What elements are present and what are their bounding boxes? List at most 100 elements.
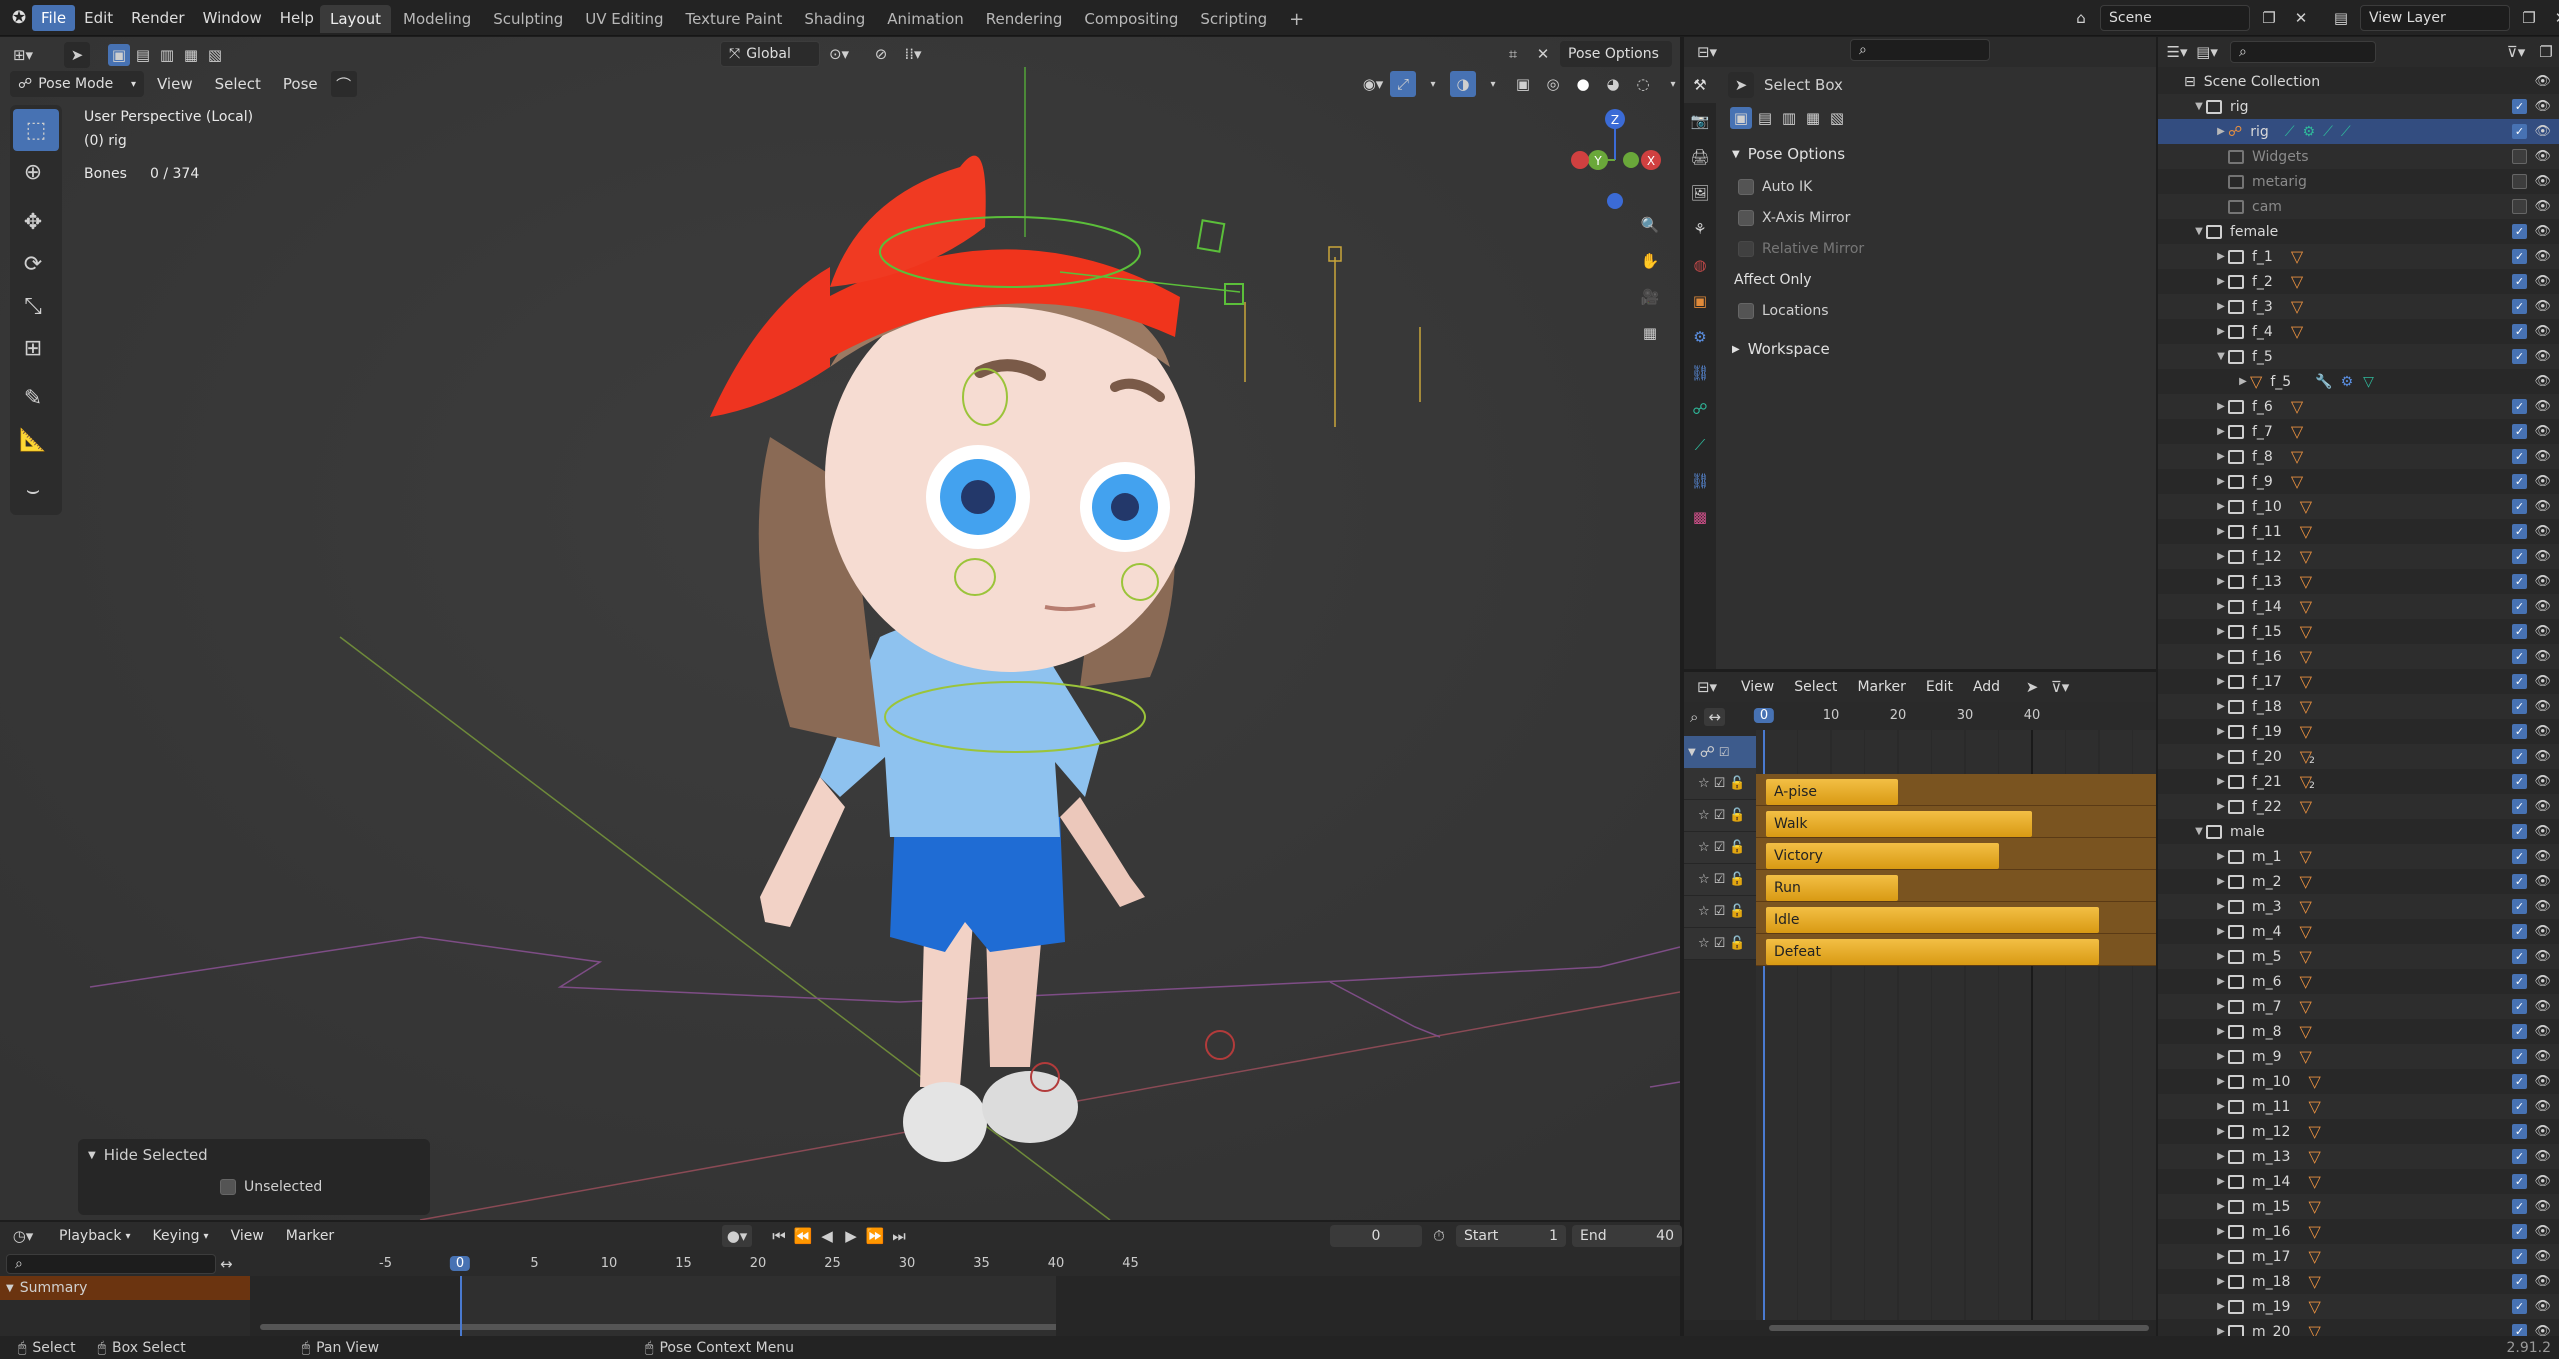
render-tab-icon[interactable]: 📷 (1684, 103, 1716, 139)
mesh-icon[interactable]: ▽ (2300, 1022, 2312, 1041)
visibility-eye-icon[interactable]: 👁 (2534, 974, 2551, 989)
exclude-checkbox[interactable]: ✓ (2512, 424, 2527, 439)
mesh-data-icon[interactable]: ▽ (2363, 374, 2374, 390)
mesh-icon[interactable]: ▽ (2291, 422, 2303, 441)
exclude-checkbox[interactable]: ✓ (2512, 299, 2527, 314)
scene-tab-icon[interactable]: ⚘ (1684, 211, 1716, 247)
mesh-icon[interactable]: ▽ (2300, 597, 2312, 616)
expand-right-icon[interactable]: ▶ (2214, 851, 2228, 862)
record-icon[interactable]: ●▾ (722, 1225, 752, 1247)
outliner-row[interactable]: ▶ f_16 ▽ ✓ 👁 (2158, 644, 2559, 669)
expand-right-icon[interactable]: ▶ (2214, 426, 2228, 437)
transform-orientation-select[interactable]: ⤧ Global (720, 41, 820, 67)
outliner-row[interactable]: ▶ f_10 ▽ ✓ 👁 (2158, 494, 2559, 519)
exclude-checkbox[interactable]: ✓ (2512, 274, 2527, 289)
mesh-icon[interactable]: ▽ (2300, 1047, 2312, 1066)
annotate-tool-icon[interactable]: ✎ (10, 377, 56, 419)
expand-right-icon[interactable]: ▶ (2214, 701, 2228, 712)
mesh-icon[interactable]: ▽ (2308, 1122, 2320, 1141)
mesh-icon[interactable]: ▽ (2300, 697, 2312, 716)
zoom-icon[interactable]: 🔍 (1637, 212, 1663, 238)
close-x-icon[interactable]: ✕ (1530, 41, 1556, 67)
mesh-icon[interactable]: ▽ (2291, 472, 2303, 491)
visibility-eye-icon[interactable]: 👁 (2534, 1274, 2551, 1289)
exclude-checkbox[interactable]: ✓ (2512, 1224, 2527, 1239)
visibility-eye-icon[interactable]: 👁 (2534, 274, 2551, 289)
visibility-eye-icon[interactable]: 👁 (2534, 749, 2551, 764)
solo-star-icon[interactable]: ☆ (1698, 840, 1710, 855)
select-tool-icon[interactable]: ➤ (64, 42, 90, 68)
shading-dropdown-icon[interactable]: ▾ (1660, 71, 1680, 97)
visibility-eye-icon[interactable]: 👁 (2534, 1074, 2551, 1089)
expand-right-icon[interactable]: ▶ (2214, 1326, 2228, 1336)
outliner-row[interactable]: ▶ f_12 ▽ ✓ 👁 (2158, 544, 2559, 569)
rendered-shading-icon[interactable]: ◌ (1630, 71, 1656, 97)
jump-start-icon[interactable]: ⏮ (768, 1223, 790, 1249)
summary-channel[interactable]: ▼ Summary (0, 1276, 250, 1300)
visibility-eye-icon[interactable]: 👁 (2534, 149, 2551, 164)
expand-right-icon[interactable]: ▶ (2214, 326, 2228, 337)
delete-view-layer-icon[interactable]: ✕ (2548, 5, 2559, 31)
lock-icon[interactable]: 🔓 (1729, 872, 1745, 887)
bone-constraints-tab-icon[interactable]: ⛓ (1684, 463, 1716, 499)
lock-icon[interactable]: 🔓 (1729, 840, 1745, 855)
expand-right-icon[interactable]: ▶ (2214, 1276, 2228, 1287)
visibility-eye-icon[interactable]: 👁 (2534, 1024, 2551, 1039)
outliner-row[interactable]: ▶ m_20 ▽ ✓ 👁 (2158, 1319, 2559, 1336)
material-shading-icon[interactable]: ◕ (1600, 71, 1626, 97)
outliner-row[interactable]: ▶ m_18 ▽ ✓ 👁 (2158, 1269, 2559, 1294)
expand-right-icon[interactable]: ▶ (2214, 1001, 2228, 1012)
object-data-tab-icon[interactable]: ☍ (1684, 391, 1716, 427)
mode-intersect-icon[interactable]: ▧ (1826, 107, 1848, 129)
timeline-playhead[interactable] (460, 1276, 462, 1336)
outliner-row[interactable]: ▶ m_16 ▽ ✓ 👁 (2158, 1219, 2559, 1244)
mesh-icon[interactable]: ▽ (2300, 947, 2312, 966)
current-frame-field[interactable]: 0 (1330, 1225, 1422, 1247)
outliner-row[interactable]: ▶ m_4 ▽ ✓ 👁 (2158, 919, 2559, 944)
curve-icon[interactable]: ⌒ (330, 71, 357, 97)
mesh-icon[interactable]: ▽ (2300, 722, 2312, 741)
visibility-eye-icon[interactable]: 👁 (2534, 999, 2551, 1014)
solo-star-icon[interactable]: ☆ (1698, 936, 1710, 951)
exclude-checkbox[interactable]: ✓ (2512, 999, 2527, 1014)
outliner-row[interactable]: ▶ f_17 ▽ ✓ 👁 (2158, 669, 2559, 694)
expand-right-icon[interactable]: ▶ (2214, 251, 2228, 262)
outliner-row[interactable]: ▶ f_3 ▽ ✓ 👁 (2158, 294, 2559, 319)
visibility-eye-icon[interactable]: 👁 (2534, 824, 2551, 839)
mesh-icon[interactable]: ▽ (2308, 1322, 2320, 1336)
mesh-icon[interactable]: ▽ (2300, 797, 2312, 816)
mute-checkbox-icon[interactable]: ☑ (1714, 808, 1726, 823)
exclude-checkbox[interactable]: ✓ (2512, 1024, 2527, 1039)
menu-edit[interactable]: Edit (75, 5, 122, 31)
visibility-eye-icon[interactable]: 👁 (2534, 224, 2551, 239)
visibility-eye-icon[interactable]: 👁 (2534, 1299, 2551, 1314)
redo-panel-header[interactable]: ▼ Hide Selected (78, 1139, 430, 1171)
locations-checkbox[interactable] (1738, 302, 1754, 319)
mesh-icon[interactable]: ▽ (2291, 247, 2303, 266)
outliner-row[interactable]: ▶ m_5 ▽ ✓ 👁 (2158, 944, 2559, 969)
solid-shading-icon[interactable]: ● (1570, 71, 1596, 97)
exclude-checkbox[interactable]: ✓ (2512, 499, 2527, 514)
exclude-checkbox[interactable]: ✓ (2512, 899, 2527, 914)
expand-right-icon[interactable]: ▶ (2214, 551, 2228, 562)
expand-right-icon[interactable]: ▶ (2214, 751, 2228, 762)
scene-field[interactable]: Scene (2100, 5, 2250, 31)
mesh-icon[interactable]: ▽ (2300, 972, 2312, 991)
mesh-icon[interactable]: ▽ (2291, 322, 2303, 341)
nla-scrollbar[interactable] (1684, 1320, 2156, 1336)
mesh-icon[interactable]: ▽ (2308, 1297, 2320, 1316)
menu-file[interactable]: File (32, 5, 76, 31)
visibility-eye-icon[interactable]: 👁 (2534, 924, 2551, 939)
visibility-eye-icon[interactable]: 👁 (2534, 899, 2551, 914)
expand-right-icon[interactable]: ▶ (2214, 1176, 2228, 1187)
mode-invert-icon[interactable]: ▦ (1802, 107, 1824, 129)
expand-right-icon[interactable]: ▶ (2214, 1126, 2228, 1137)
solo-star-icon[interactable]: ☆ (1698, 776, 1710, 791)
swap-icon[interactable]: ↔ (220, 1255, 233, 1273)
outliner-search-input[interactable]: ⌕ (2230, 41, 2376, 63)
visibility-eye-icon[interactable]: 👁 (2534, 1149, 2551, 1164)
add-workspace-button[interactable]: + (1279, 5, 1314, 33)
mesh-icon[interactable]: ▽ (2300, 872, 2312, 891)
mesh-icon[interactable]: ▽ (2308, 1172, 2320, 1191)
select-invert-icon[interactable]: ▦ (180, 44, 202, 66)
